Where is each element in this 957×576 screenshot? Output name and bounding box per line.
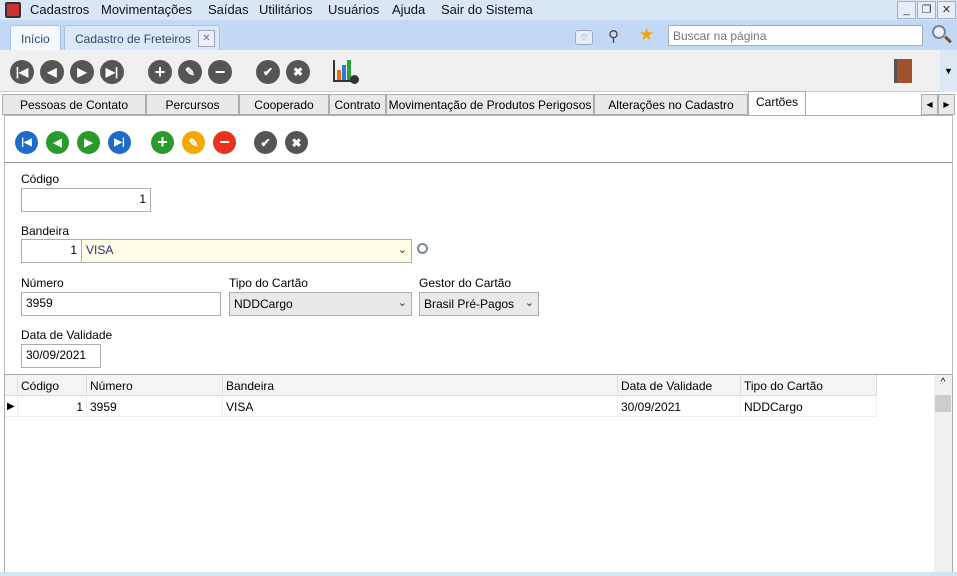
- codigo-input[interactable]: 1: [21, 188, 151, 212]
- menu-utilitarios[interactable]: Utilitários: [259, 2, 312, 17]
- minimize-button[interactable]: _: [897, 1, 916, 19]
- menu-bar: Cadastros Movimentações Saídas Utilitári…: [0, 0, 957, 20]
- toolbar-overflow-button[interactable]: ▼: [940, 50, 957, 92]
- tab-cadastro-freteiros[interactable]: Cadastro de Freteiros ✕: [64, 25, 220, 50]
- tipo-cartao-label: Tipo do Cartão: [229, 276, 308, 290]
- gestor-cartao-label: Gestor do Cartão: [419, 276, 512, 290]
- first-record-button[interactable]: |◀: [10, 60, 34, 84]
- tab-contrato[interactable]: Contrato: [329, 94, 386, 115]
- gestor-cartao-select[interactable]: Brasil Pré-Pagos ⌄: [419, 292, 539, 316]
- menu-saidas[interactable]: Saídas: [208, 2, 248, 17]
- grid-header-codigo[interactable]: Código: [18, 375, 87, 396]
- cancel-button[interactable]: ✖: [286, 60, 310, 84]
- validade-input[interactable]: 30/09/2021: [21, 344, 101, 368]
- previous-record-button[interactable]: ◀: [40, 60, 64, 84]
- bandeira-label: Bandeira: [21, 224, 70, 238]
- tabs-scroll-left[interactable]: ◀: [921, 94, 938, 115]
- menu-ajuda[interactable]: Ajuda: [392, 2, 425, 17]
- last-record-button[interactable]: ▶|: [100, 60, 124, 84]
- panel-cancel-button[interactable]: ✖: [285, 131, 308, 154]
- menu-movimentacoes[interactable]: Movimentações: [101, 2, 192, 17]
- cell-validade: 30/09/2021: [618, 397, 741, 417]
- status-bar: [0, 572, 957, 576]
- search-input[interactable]: [668, 25, 923, 46]
- main-toolbar: [0, 50, 957, 92]
- tab-percursos[interactable]: Percursos: [146, 94, 239, 115]
- grid-header-validade[interactable]: Data de Validade: [618, 375, 741, 396]
- star-icon[interactable]: ★: [639, 25, 654, 45]
- divider: [4, 162, 953, 163]
- cell-codigo: 1: [18, 397, 87, 417]
- report-chart-icon[interactable]: [333, 60, 359, 84]
- cell-tipo: NDDCargo: [741, 397, 877, 417]
- menu-sair[interactable]: Sair do Sistema: [441, 2, 533, 17]
- bandeira-code-input[interactable]: 1: [21, 239, 82, 263]
- scroll-thumb[interactable]: [935, 395, 951, 412]
- close-window-button[interactable]: ✕: [937, 1, 956, 19]
- tab-cooperado[interactable]: Cooperado: [239, 94, 329, 115]
- panel-next-button[interactable]: ▶: [77, 131, 100, 154]
- tab-cartoes[interactable]: Cartões: [748, 91, 806, 116]
- panel-last-button[interactable]: ▶|: [108, 131, 131, 154]
- chevron-down-icon: ⌄: [524, 297, 534, 309]
- panel-add-button[interactable]: +: [151, 131, 174, 154]
- edit-button[interactable]: ✎: [178, 60, 202, 84]
- app-icon: [5, 2, 21, 18]
- tabs-scroll-right[interactable]: ▶: [938, 94, 955, 115]
- confirm-button[interactable]: ✔: [256, 60, 280, 84]
- bandeira-combo[interactable]: VISA ⌄: [81, 239, 412, 263]
- tipo-cartao-select[interactable]: NDDCargo ⌄: [229, 292, 412, 316]
- grid-indicator-header: [5, 375, 18, 396]
- restore-button[interactable]: ❐: [917, 1, 936, 19]
- tab-inicio[interactable]: Início: [10, 25, 61, 50]
- gestor-cartao-value: Brasil Pré-Pagos: [424, 297, 515, 311]
- tab-label: Início: [21, 32, 50, 46]
- grid-scrollbar[interactable]: ^: [934, 375, 952, 572]
- panel-confirm-button[interactable]: ✔: [254, 131, 277, 154]
- bandeira-search-icon[interactable]: [417, 243, 428, 254]
- panel-delete-button[interactable]: −: [213, 131, 236, 154]
- menu-usuarios[interactable]: Usuários: [328, 2, 379, 17]
- scroll-up-icon[interactable]: ^: [934, 377, 952, 388]
- grid-header-bandeira[interactable]: Bandeira: [223, 375, 618, 396]
- delete-button[interactable]: −: [208, 60, 232, 84]
- tab-label: Cadastro de Freteiros: [75, 32, 192, 46]
- close-tab-icon[interactable]: ✕: [198, 30, 215, 47]
- exit-door-icon[interactable]: [894, 59, 912, 83]
- cell-bandeira: VISA: [223, 397, 618, 417]
- menu-cadastros[interactable]: Cadastros: [30, 2, 89, 17]
- bandeira-value: VISA: [86, 243, 114, 257]
- codigo-label: Código: [21, 172, 60, 186]
- panel-edit-button[interactable]: ✎: [182, 131, 205, 154]
- tab-pessoas-contato[interactable]: Pessoas de Contato: [2, 94, 146, 115]
- chevron-down-icon[interactable]: ⌄: [398, 243, 407, 256]
- add-button[interactable]: +: [148, 60, 172, 84]
- chevron-down-icon: ⌄: [397, 297, 407, 309]
- panel-previous-button[interactable]: ◀: [46, 131, 69, 154]
- pin-icon[interactable]: ⚲: [608, 27, 619, 45]
- next-record-button[interactable]: ▶: [70, 60, 94, 84]
- tab-alteracoes-cadastro[interactable]: Alterações no Cadastro: [594, 94, 748, 115]
- row-indicator-icon: ▶: [5, 397, 18, 417]
- tipo-cartao-value: NDDCargo: [234, 297, 293, 311]
- chevron-down-icon[interactable]: ♡: [575, 30, 593, 45]
- grid-header-numero[interactable]: Número: [87, 375, 223, 396]
- panel-first-button[interactable]: |◀: [15, 131, 38, 154]
- grid-header-tipo[interactable]: Tipo do Cartão: [741, 375, 877, 396]
- tab-movimentacao-produtos-perigosos[interactable]: Movimentação de Produtos Perigosos: [386, 94, 594, 115]
- validade-label: Data de Validade: [21, 328, 113, 342]
- cell-numero: 3959: [87, 397, 223, 417]
- numero-label: Número: [21, 276, 64, 290]
- numero-input[interactable]: 3959: [21, 292, 221, 316]
